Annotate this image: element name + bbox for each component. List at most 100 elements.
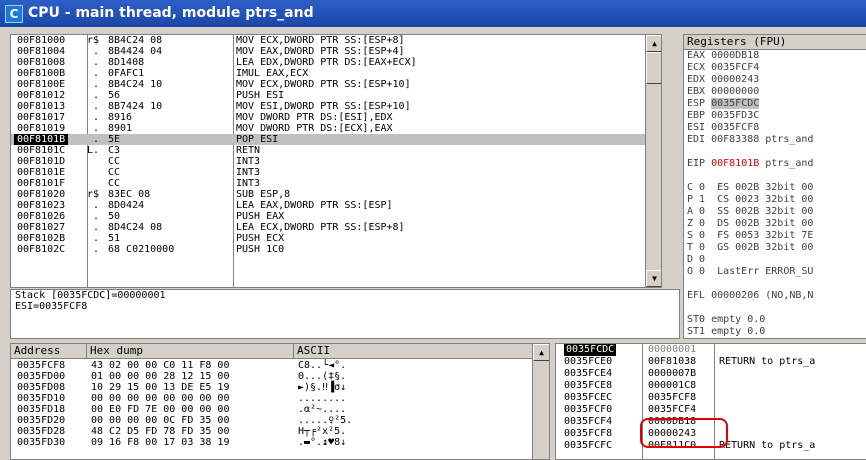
dump-hex: 43 02 00 00 C0 11 F8 00 [91, 360, 230, 371]
register-row[interactable]: O 0 LastErr ERROR_SU [684, 266, 866, 278]
disasm-row[interactable]: 00F81000 r$ 8B4C24 08 MOV ECX,DWORD PTR SS:… [11, 35, 661, 46]
dump-row[interactable]: 0035FCF8 43 02 00 00 C0 11 F8 00 C8..└◄°. [11, 360, 531, 371]
dump-hex: 10 29 15 00 13 DE E5 19 [91, 382, 230, 393]
disasm-row[interactable]: 00F81026 . 50 PUSH EAX [11, 211, 661, 222]
disasm-marker: . [87, 68, 100, 79]
disassembly-pane[interactable]: 00F81000 r$ 8B4C24 08 MOV ECX,DWORD PTR SS:… [10, 34, 662, 288]
dump-row[interactable]: 0035FD28 48 C2 D5 FD 78 FD 35 00 H┬╒²x²5. [11, 426, 531, 437]
stack-row[interactable]: 0035FCDC 00000001 [556, 344, 866, 356]
stack-value: 00000001 [648, 344, 697, 355]
registers-pane[interactable]: Registers (FPU) EAX 0000DB18 ECX 0035FCF4… [683, 34, 866, 339]
stack-row[interactable]: 0035FCE8 000001C8 [556, 380, 866, 392]
disasm-row[interactable]: 00F81017 . 8916 MOV DWORD PTR DS:[ESI],EDX [11, 112, 661, 123]
disasm-row[interactable]: 00F81013 . 8B7424 10 MOV ESI,DWORD PTR SS:… [11, 101, 661, 112]
register-row[interactable]: EBP 0035FD3C [684, 110, 866, 122]
register-row[interactable] [684, 170, 866, 182]
dump-row[interactable]: 0035FD00 01 00 00 00 28 12 15 00 Θ...(‡§. [11, 371, 531, 382]
disasm-instruction: MOV ESI,DWORD PTR SS:[ESP+10] [236, 101, 411, 112]
stack-row[interactable]: 0035FCE4 0000007B [556, 368, 866, 380]
dump-row[interactable]: 0035FD18 00 E0 FD 7E 00 00 00 00 .α²~.... [11, 404, 531, 415]
register-row[interactable]: S 0 FS 0053 32bit 7E [684, 230, 866, 242]
disasm-row[interactable]: 00F8100E . 8B4C24 10 MOV ECX,DWORD PTR SS:… [11, 79, 661, 90]
disasm-hex: 8916 [108, 112, 133, 123]
disasm-row[interactable]: 00F8100B . 0FAFC1 IMUL EAX,ECX [11, 68, 661, 79]
register-row[interactable]: ESI 0035FCF8 [684, 122, 866, 134]
disasm-marker: . [87, 101, 100, 112]
disasm-address: 00F8102C [17, 244, 66, 255]
disasm-row[interactable]: 00F81023 . 8D0424 LEA EAX,DWORD PTR SS:[ES… [11, 200, 661, 211]
register-row[interactable] [684, 302, 866, 314]
dump-row[interactable]: 0035FD20 00 00 00 00 0C FD 35 00 .....♀²5. [11, 415, 531, 426]
stack-comment: RETURN to ptrs_a [719, 356, 816, 367]
disasm-row[interactable]: 00F81008 . 8D1408 LEA EDX,DWORD PTR DS:[EA… [11, 57, 661, 68]
disasm-hex: 8B4C24 08 [108, 35, 163, 46]
register-row[interactable] [684, 146, 866, 158]
register-row[interactable]: ST1 empty 0.0 [684, 326, 866, 338]
register-row[interactable]: ECX 0035FCF4 [684, 62, 866, 74]
disasm-instruction: MOV DWORD PTR DS:[ESI],EDX [236, 112, 393, 123]
disasm-row[interactable]: 00F8102C . 68 C0210000 PUSH 1C0 [11, 244, 661, 255]
dump-header-ascii[interactable]: ASCII [294, 344, 533, 359]
register-row[interactable]: P 1 CS 0023 32bit 00 [684, 194, 866, 206]
scroll-down-icon[interactable]: ▼ [646, 270, 661, 287]
disasm-address: 00F81004 [17, 46, 66, 57]
disasm-instruction: IMUL EAX,ECX [236, 68, 309, 79]
stack-address: 0035FCF0 [564, 404, 613, 415]
disasm-row[interactable]: 00F8101F CC INT3 [11, 178, 661, 189]
register-row[interactable]: D 0 [684, 254, 866, 266]
register-row[interactable]: EDI 00F83388 ptrs_and [684, 134, 866, 146]
disasm-row[interactable]: 00F8101E CC INT3 [11, 167, 661, 178]
dump-row[interactable]: 0035FD30 09 16 F8 00 17 03 38 19 .▬°.↨♥8↓ [11, 437, 531, 448]
disasm-row[interactable]: 00F81004 . 8B4424 04 MOV EAX,DWORD PTR SS:… [11, 46, 661, 57]
hex-dump-pane[interactable]: Address Hex dump ASCII 0035FCF8 43 02 00 … [10, 343, 550, 460]
disasm-address: 00F81027 [17, 222, 66, 233]
register-row[interactable] [684, 278, 866, 290]
info-line-2: ESI=0035FCF8 [15, 301, 88, 312]
dump-row[interactable]: 0035FD10 00 00 00 00 00 00 00 00........ [11, 393, 531, 404]
dump-header-hex[interactable]: Hex dump [87, 344, 294, 359]
disasm-row[interactable]: 00F8101B . 5E POP ESI [11, 134, 661, 145]
info-line-1: Stack [0035FCDC]=00000001 [15, 290, 166, 301]
register-row[interactable]: ST0 empty 0.0 [684, 314, 866, 326]
register-row[interactable]: A 0 SS 002B 32bit 00 [684, 206, 866, 218]
register-row[interactable]: EFL 00000206 (NO,NB,N [684, 290, 866, 302]
disasm-hex: CC [108, 156, 121, 167]
register-row[interactable]: T 0 GS 002B 32bit 00 [684, 242, 866, 254]
disasm-hex: CC [108, 178, 121, 189]
dump-row[interactable]: 0035FD08 10 29 15 00 13 DE E5 19 ►)§.‼▐σ↓ [11, 382, 531, 393]
disasm-scrollbar[interactable]: ▲ ▼ [645, 35, 661, 287]
disasm-row[interactable]: 00F81020 r$ 83EC 08 SUB ESP,8 [11, 189, 661, 200]
disasm-row[interactable]: 00F81019 . 8901 MOV DWORD PTR DS:[ECX],EAX [11, 123, 661, 134]
disasm-row[interactable]: 00F8101D CC INT3 [11, 156, 661, 167]
stack-row[interactable]: 0035FCEC 0035FCF8 [556, 392, 866, 404]
disasm-instruction: MOV ECX,DWORD PTR SS:[ESP+10] [236, 79, 411, 90]
disasm-hex: 51 [108, 233, 121, 244]
disasm-row[interactable]: 00F8102B . 51 PUSH ECX [11, 233, 661, 244]
register-row[interactable]: EIP 00F8101B ptrs_and [684, 158, 866, 170]
disasm-address: 00F8100B [17, 68, 66, 79]
dump-scrollbar[interactable]: ▲ [532, 344, 549, 459]
register-row[interactable]: C 0 ES 002B 32bit 00 [684, 182, 866, 194]
title-bar: C CPU - main thread, module ptrs_and [0, 0, 866, 27]
disasm-row[interactable]: 00F81027 . 8D4C24 08 LEA ECX,DWORD PTR SS:… [11, 222, 661, 233]
disasm-instruction: PUSH ECX [236, 233, 285, 244]
register-row[interactable]: EDX 00000243 [684, 74, 866, 86]
register-row[interactable]: ESP 0035FCDC [684, 98, 866, 110]
disasm-hex: CC [108, 167, 121, 178]
disasm-row[interactable]: 00F81012 . 56 PUSH ESI [11, 90, 661, 101]
disasm-address: 00F8101C [17, 145, 66, 156]
registers-header[interactable]: Registers (FPU) [684, 35, 866, 50]
stack-value: 0000007B [648, 368, 697, 379]
register-row[interactable]: EBX 00000000 [684, 86, 866, 98]
disasm-row[interactable]: 00F8101C L. C3 RETN [11, 145, 661, 156]
scroll-thumb[interactable] [646, 52, 661, 84]
dump-ascii: Θ...(‡§. [298, 371, 347, 382]
stack-row[interactable]: 0035FCF0 0035FCF4 [556, 404, 866, 416]
scroll-up-icon[interactable]: ▲ [646, 35, 661, 52]
stack-row[interactable]: 0035FCE0 00F81038 RETURN to ptrs_a [556, 356, 866, 368]
disasm-marker: . [87, 79, 100, 90]
scroll-up-icon[interactable]: ▲ [533, 344, 549, 361]
register-row[interactable]: EAX 0000DB18 [684, 50, 866, 62]
dump-header-address[interactable]: Address [11, 344, 87, 359]
register-row[interactable]: Z 0 DS 002B 32bit 00 [684, 218, 866, 230]
